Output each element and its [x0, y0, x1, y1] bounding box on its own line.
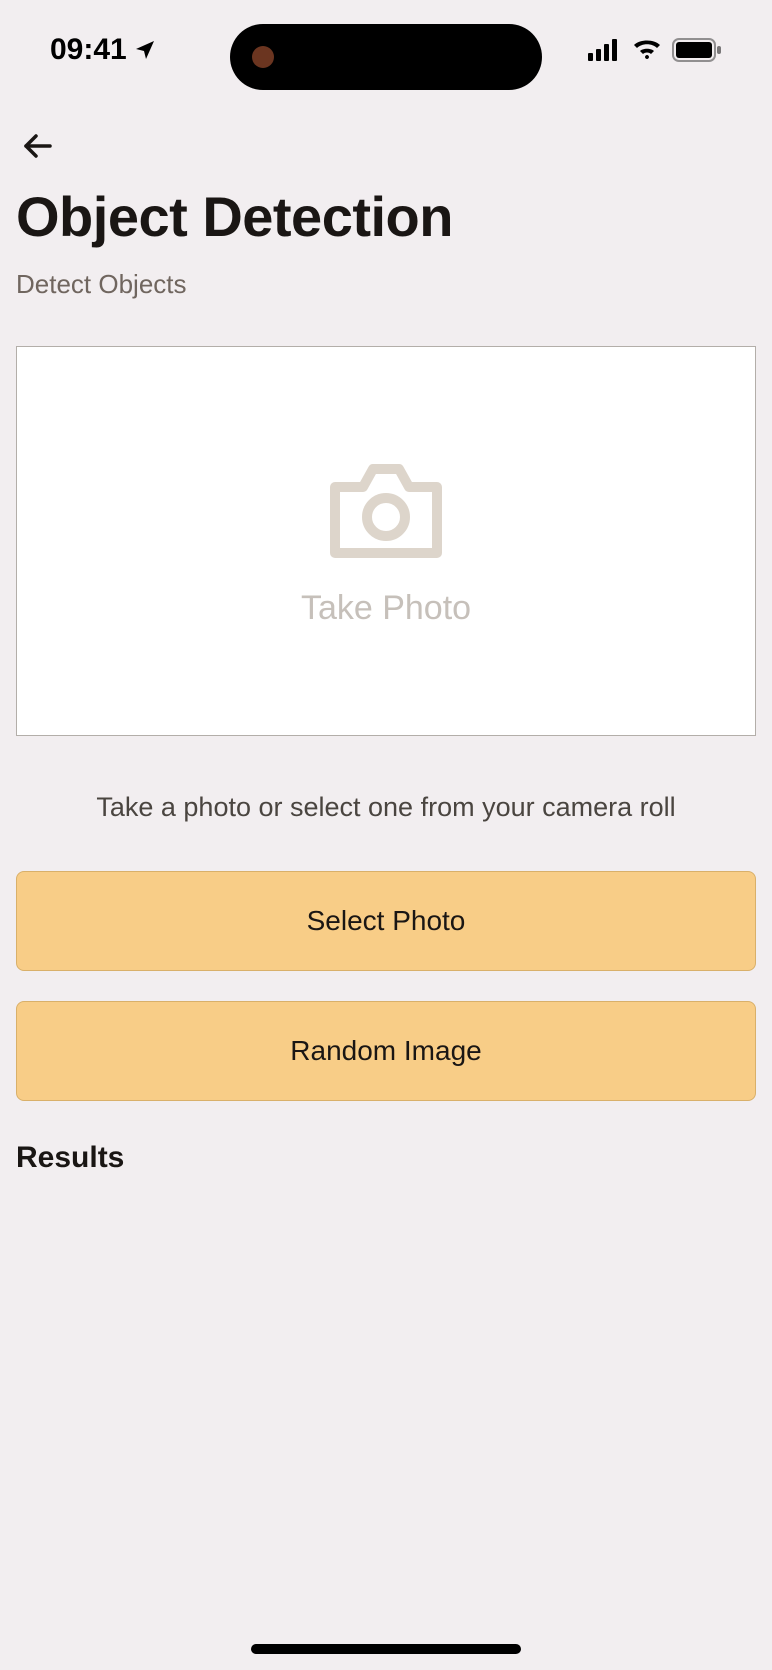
status-time: 09:41: [50, 33, 157, 67]
status-indicators: [588, 38, 722, 62]
page-subtitle: Detect Objects: [16, 269, 756, 300]
home-indicator[interactable]: [251, 1644, 521, 1654]
back-button[interactable]: [20, 122, 68, 170]
random-image-button[interactable]: Random Image: [16, 1001, 756, 1101]
instruction-text: Take a photo or select one from your cam…: [16, 792, 756, 823]
location-arrow-icon: [133, 38, 157, 62]
results-heading: Results: [16, 1141, 756, 1175]
take-photo-area[interactable]: Take Photo: [16, 346, 756, 736]
page-title: Object Detection: [16, 184, 756, 249]
photo-placeholder-text: Take Photo: [301, 589, 471, 628]
status-bar: 09:41: [0, 0, 772, 100]
wifi-icon: [632, 39, 662, 61]
cellular-signal-icon: [588, 39, 622, 61]
select-photo-button[interactable]: Select Photo: [16, 871, 756, 971]
time-text: 09:41: [50, 33, 127, 67]
arrow-left-icon: [20, 128, 56, 164]
island-indicator-dot: [252, 46, 274, 68]
dynamic-island: [230, 24, 542, 90]
camera-icon: [325, 455, 447, 563]
battery-icon: [672, 38, 722, 62]
